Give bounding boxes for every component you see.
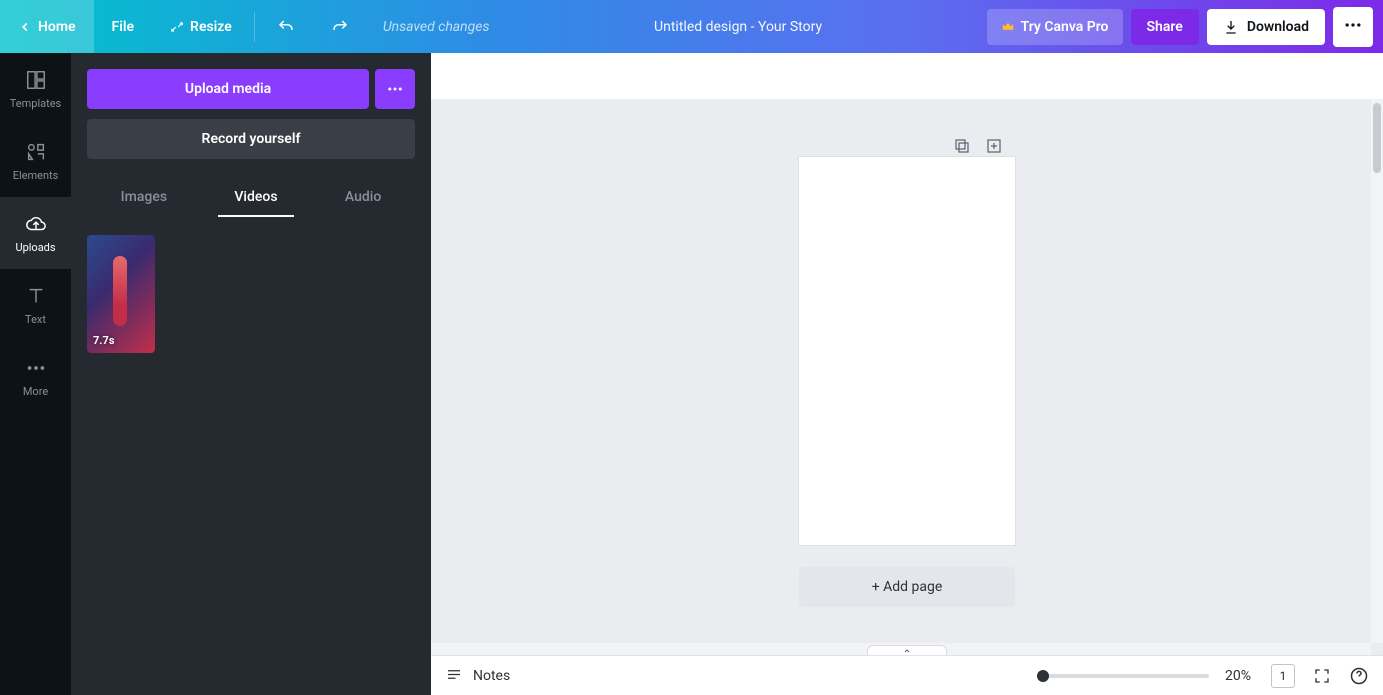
- add-page-label: + Add page: [872, 579, 943, 595]
- document-title[interactable]: Untitled design - Your Story: [490, 19, 987, 35]
- rail-templates[interactable]: Templates: [0, 53, 71, 125]
- share-label: Share: [1147, 19, 1183, 35]
- dots-horizontal-icon: [386, 80, 404, 98]
- fullscreen-icon[interactable]: [1313, 667, 1331, 685]
- resize-icon: [170, 20, 184, 34]
- chevron-left-icon: [18, 20, 32, 34]
- try-pro-button[interactable]: Try Canva Pro: [987, 9, 1123, 45]
- save-status: Unsaved changes: [367, 19, 490, 35]
- notes-icon: [445, 667, 463, 685]
- undo-button[interactable]: [259, 0, 313, 53]
- upload-row: Upload media: [87, 69, 415, 109]
- canvas-toolbar: [431, 53, 1383, 99]
- tab-audio-label: Audio: [345, 189, 381, 205]
- redo-button[interactable]: [313, 0, 367, 53]
- rail-elements-label: Elements: [13, 169, 59, 182]
- page-count-button[interactable]: 1: [1271, 664, 1295, 688]
- dots-horizontal-icon: [1343, 15, 1363, 35]
- share-button[interactable]: Share: [1131, 9, 1199, 45]
- video-thumbnail[interactable]: 7.7s: [87, 235, 155, 353]
- zoom-slider[interactable]: [1039, 674, 1209, 678]
- page-action-row: [953, 137, 1003, 155]
- chevron-up-icon: [902, 647, 912, 655]
- bottom-bar: Notes 20% 1: [431, 655, 1383, 695]
- rail-text[interactable]: Text: [0, 269, 71, 341]
- redo-icon: [331, 18, 349, 36]
- resize-label: Resize: [190, 19, 232, 35]
- page-count-value: 1: [1280, 669, 1287, 683]
- video-duration: 7.7s: [93, 334, 114, 347]
- tab-images[interactable]: Images: [105, 179, 183, 217]
- upload-media-label: Upload media: [185, 81, 271, 97]
- resize-menu[interactable]: Resize: [152, 0, 250, 53]
- separator: [254, 12, 255, 42]
- notes-button[interactable]: Notes: [445, 667, 510, 685]
- tab-videos[interactable]: Videos: [218, 179, 293, 217]
- crown-icon: [1001, 20, 1015, 34]
- download-button[interactable]: Download: [1207, 9, 1325, 45]
- rail-templates-label: Templates: [10, 97, 61, 110]
- download-label: Download: [1247, 19, 1309, 35]
- add-page-button[interactable]: + Add page: [799, 567, 1015, 607]
- undo-icon: [277, 18, 295, 36]
- canvas-area: + Add page Notes 20% 1: [431, 53, 1383, 695]
- rail-text-label: Text: [25, 313, 46, 326]
- rail-uploads-label: Uploads: [15, 241, 55, 254]
- try-pro-label: Try Canva Pro: [1021, 19, 1109, 35]
- rail-elements[interactable]: Elements: [0, 125, 71, 197]
- topbar-right-group: Try Canva Pro Share Download: [987, 7, 1383, 47]
- tab-videos-label: Videos: [234, 189, 277, 205]
- rail-uploads[interactable]: Uploads: [0, 197, 71, 269]
- download-icon: [1223, 19, 1239, 35]
- media-tabs: Images Videos Audio: [87, 179, 415, 217]
- help-icon[interactable]: [1349, 666, 1369, 686]
- home-label: Home: [38, 19, 76, 35]
- vertical-scrollbar[interactable]: [1371, 99, 1383, 643]
- zoom-value[interactable]: 20%: [1225, 668, 1251, 684]
- zoom-slider-knob[interactable]: [1037, 670, 1049, 682]
- more-menu-button[interactable]: [1333, 7, 1373, 47]
- left-rail: Templates Elements Uploads Text More: [0, 53, 71, 695]
- file-label: File: [112, 19, 135, 35]
- cloud-upload-icon: [25, 213, 47, 235]
- tab-images-label: Images: [121, 189, 167, 205]
- elements-icon: [25, 141, 47, 163]
- dots-horizontal-icon: [25, 357, 47, 379]
- upload-more-button[interactable]: [375, 69, 415, 109]
- notes-label: Notes: [473, 668, 510, 684]
- top-toolbar: Home File Resize Unsaved changes Untitle…: [0, 0, 1383, 53]
- record-yourself-button[interactable]: Record yourself: [87, 119, 415, 159]
- add-page-icon[interactable]: [985, 137, 1003, 155]
- main-area: Templates Elements Uploads Text More Upl…: [0, 53, 1383, 695]
- file-menu[interactable]: File: [94, 0, 153, 53]
- design-page[interactable]: [799, 157, 1015, 545]
- rail-more[interactable]: More: [0, 341, 71, 413]
- duplicate-page-icon[interactable]: [953, 137, 971, 155]
- text-icon: [25, 285, 47, 307]
- timeline-handle[interactable]: [867, 645, 947, 655]
- tab-audio[interactable]: Audio: [329, 179, 397, 217]
- templates-icon: [25, 69, 47, 91]
- record-label: Record yourself: [202, 131, 301, 147]
- rail-more-label: More: [23, 385, 48, 398]
- upload-media-button[interactable]: Upload media: [87, 69, 369, 109]
- uploads-grid: 7.7s: [87, 235, 415, 353]
- topbar-left-group: Home File Resize Unsaved changes: [0, 0, 490, 53]
- home-button[interactable]: Home: [0, 0, 94, 53]
- canvas-viewport[interactable]: + Add page: [431, 99, 1383, 655]
- uploads-panel: Upload media Record yourself Images Vide…: [71, 53, 431, 695]
